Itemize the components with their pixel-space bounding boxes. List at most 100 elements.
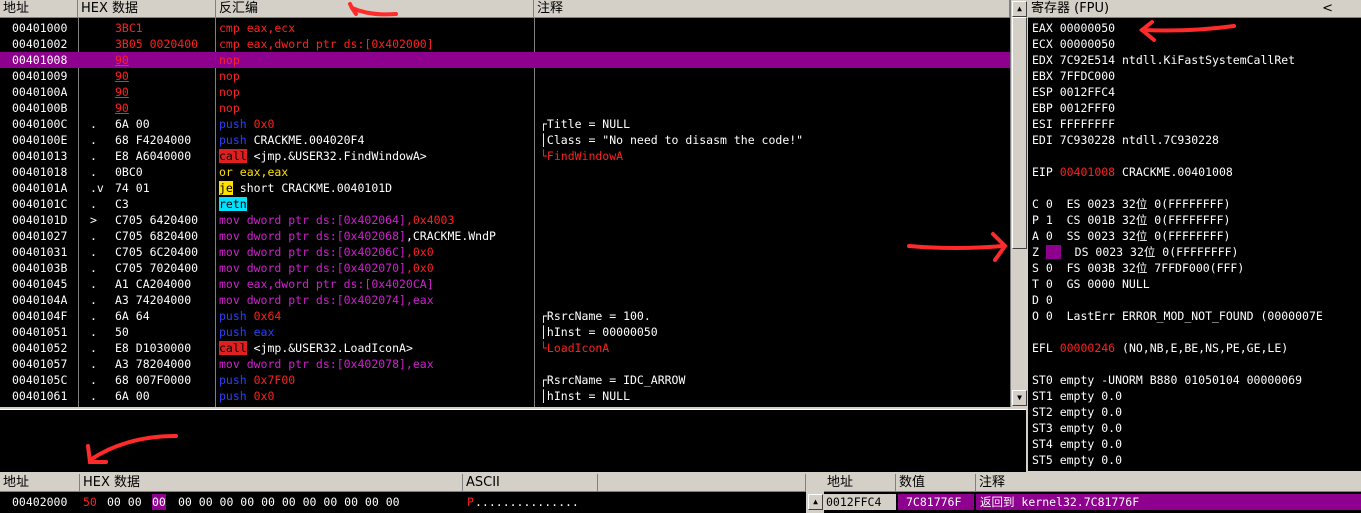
disasm-row[interactable]: 0040100C. 6A 00 push 0x0 ┌Title = NULL [0,116,1010,132]
scroll-up-arrow-icon[interactable]: ▲ [808,494,823,510]
register-line[interactable]: ST2 empty 0.0 [1032,404,1122,420]
disasm-row-hex: 6A 64 [115,309,150,323]
register-line[interactable]: EAX 00000050 [1032,20,1115,36]
register-line[interactable]: S 0 FS 003B 32位 7FFDF000(FFF) [1032,260,1244,276]
disasm-row-instruction: mov eax,dword ptr ds:[0x4020CA] [219,277,434,291]
register-line[interactable]: ST0 empty -UNORM B880 01050104 00000069 [1032,372,1302,388]
dump-byte-selected[interactable]: 00 [152,494,166,510]
disasm-row[interactable]: 00401027. C705 6820400 mov dword ptr ds:[0… [0,228,1010,244]
disasm-row[interactable]: 00401061. 6A 00 push 0x0 │hInst = NULL [0,388,1010,404]
stack-header-comment[interactable]: 注释 [976,474,1361,492]
disasm-scrollbar[interactable]: ▲ ▼ [1010,0,1027,407]
disasm-row[interactable]: 0040101A .v 74 01 je short CRACKME.0040101D [0,180,1010,196]
disasm-row-addr: 0040101D [12,213,68,227]
disasm-row-hex: 68 007F0000 [115,373,192,387]
disasm-row[interactable]: 0040100A 90 nop [0,84,1010,100]
register-line[interactable]: ST6 empty -0.0000000000000000000 [1032,468,1254,471]
register-line[interactable]: ST1 empty 0.0 [1032,388,1122,404]
scroll-thumb[interactable] [1012,17,1027,249]
disasm-row[interactable]: 00401002 3B05 0020400 cmp eax,dword ptr ds… [0,36,1010,52]
disasm-row[interactable]: 00401000 3BC1 cmp eax,ecx [0,20,1010,36]
register-line[interactable]: O 0 LastErr ERROR_MOD_NOT_FOUND (0000007… [1032,308,1323,324]
disasm-row[interactable]: 0040100E. 68 F4204000 push CRACKME.004020F… [0,132,1010,148]
register-line[interactable]: Z 1 DS 0023 32位 0(FFFFFFFF) [1032,244,1238,260]
register-line[interactable]: ST3 empty 0.0 [1032,420,1122,436]
disasm-row-instruction: call <jmp.&USER32.FindWindowA> [219,149,427,163]
dump-row-addr: 00402000 [12,495,68,509]
disasm-row[interactable]: 00401057. A3 78204000 mov dword ptr ds:[0x… [0,356,1010,372]
scroll-down-arrow-icon[interactable]: ▼ [1012,390,1027,406]
col-header-addr[interactable]: 地址 [0,0,78,18]
col-header-disasm[interactable]: 反汇编 [216,0,534,18]
register-line[interactable]: EDX 7C92E514 ntdll.KiFastSystemCallRet [1032,52,1295,68]
disasm-row-hex: 90 [115,53,129,67]
register-line[interactable]: ST4 empty 0.0 [1032,436,1122,452]
disasm-row[interactable]: 00401018. 0BC0 or eax,eax [0,164,1010,180]
register-line[interactable]: ST5 empty 0.0 [1032,452,1122,468]
disasm-row[interactable]: 00401031. C705 6C20400 mov dword ptr ds:[0… [0,244,1010,260]
disasm-row[interactable]: 00401008 90 nop [0,52,1010,68]
disasm-row[interactable]: 0040104A. A3 74204000 mov dword ptr ds:[0x… [0,292,1010,308]
register-lines: EAX 00000050 ECX 00000050 EDX 7C92E514 ntd… [1028,20,1361,471]
disasm-row-hex: 6A 00 [115,389,150,403]
disasm-row[interactable]: 00401051. 50 push eax │hInst = 00000050 [0,324,1010,340]
collapse-icon[interactable]: < [1322,0,1333,18]
col-header-hex[interactable]: HEX 数据 [78,0,216,18]
register-line[interactable]: T 0 GS 0000 NULL [1032,276,1150,292]
dump-row[interactable]: 00402000 50 00 00 00 00 00 00 00 00 00 0… [0,494,806,510]
register-line[interactable]: C 0 ES 0023 32位 0(FFFFFFFF) [1032,196,1230,212]
register-line[interactable]: EBX 7FFDC000 [1032,68,1115,84]
register-line[interactable]: ESI FFFFFFFF [1032,116,1115,132]
col-header-comment[interactable]: 注释 [534,0,1010,18]
register-line[interactable]: EBP 0012FFF0 [1032,100,1115,116]
disasm-row[interactable]: 0040103B. C705 7020400 mov dword ptr ds:[0… [0,260,1010,276]
dump-header-addr[interactable]: 地址 [0,474,80,492]
stack-header-value[interactable]: 数值 [896,474,976,492]
stack-header-addr[interactable]: 地址 [824,474,896,492]
disasm-row-hex: 50 [115,325,129,339]
register-line[interactable]: EIP 00401008 CRACKME.00401008 [1032,164,1233,180]
disasm-row-addr: 00401045 [12,277,68,291]
register-line[interactable]: P 1 CS 001B 32位 0(FFFFFFFF) [1032,212,1230,228]
registers-title-text: 寄存器 (FPU) [1031,1,1110,16]
scroll-up-arrow-icon[interactable]: ▲ [1012,1,1027,17]
disasm-row-comment: ┌Title = NULL [540,117,631,131]
dump-ascii-rest: ............... [475,495,579,509]
disasm-row[interactable]: 00401052. E8 D1030000 call <jmp.&USER32.Lo… [0,340,1010,356]
disasm-row[interactable]: 0040101C. C3 retn [0,196,1010,212]
disasm-row-mark: . [90,133,97,147]
disasm-row[interactable]: 0040100B 90 nop [0,100,1010,116]
register-line[interactable]: ECX 00000050 [1032,36,1115,52]
dump-byte-first[interactable]: 50 [83,494,97,510]
disasm-row[interactable]: 00401045. A1 CA204000 mov eax,dword ptr ds… [0,276,1010,292]
disasm-row[interactable]: 0040105C. 68 007F0000 push 0x7F00 ┌RsrcName… [0,372,1010,388]
disasm-row[interactable]: 00401013. E8 A6040000 call <jmp.&USER32.Fi… [0,148,1010,164]
disasm-row-hex: A1 CA204000 [115,277,192,291]
disasm-row-addr: 0040103B [12,261,68,275]
stack-pane: 地址 数值 注释 0012FFC4 7C81776F 返回到 kernel32.… [824,474,1361,513]
disasm-row-mark: . [90,149,97,163]
disasm-row-addr: 0040100C [12,117,68,131]
register-line[interactable]: D 0 [1032,292,1053,308]
register-line[interactable]: A 0 SS 0023 32位 0(FFFFFFFF) [1032,228,1230,244]
dump-ascii-first: P [467,495,474,509]
disasm-row[interactable]: 00401009 90 nop [0,68,1010,84]
disasm-row[interactable]: 0040101D > C705 6420400 mov dword ptr ds:[0… [0,212,1010,228]
registers-pane: 寄存器 (FPU) < EAX 00000050 ECX 00000050 EDX … [1028,0,1361,471]
disasm-row-mark: . [90,117,97,131]
disasm-row-addr: 0040104F [12,309,68,323]
disasm-row-mark: . [90,245,97,259]
register-line[interactable]: EDI 7C930228 ntdll.7C930228 [1032,132,1219,148]
stack-row[interactable]: 0012FFC4 7C81776F 返回到 kernel32.7C81776F [824,494,1361,510]
registers-title[interactable]: 寄存器 (FPU) < [1028,0,1361,18]
disasm-row[interactable]: 0040104F. 6A 64 push 0x64 ┌RsrcName = 100. [0,308,1010,324]
disasm-row-mark: > [90,213,97,227]
disasm-row-comment: │Class = "No need to disasm the code!" [540,133,804,147]
dump-header-hex[interactable]: HEX 数据 [80,474,463,492]
stack-splitter[interactable]: ▲ [806,474,824,513]
dump-header-filler [598,474,806,492]
register-line[interactable]: ESP 0012FFC4 [1032,84,1115,100]
dump-header-ascii[interactable]: ASCII [463,474,598,492]
disasm-row-hex: C705 6820400 [115,229,199,243]
register-line[interactable]: EFL 00000246 (NO,NB,E,BE,NS,PE,GE,LE) [1032,340,1288,356]
